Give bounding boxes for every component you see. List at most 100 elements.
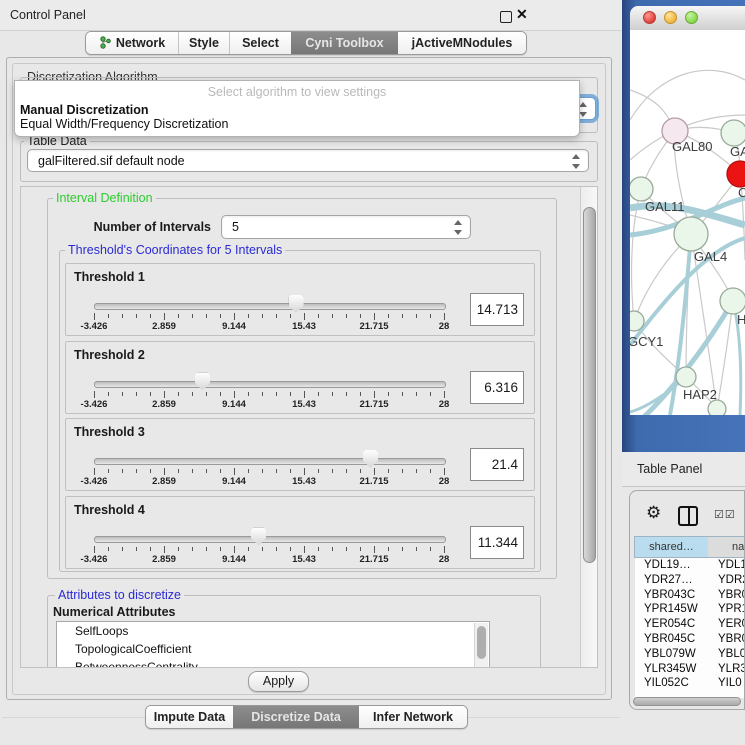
column-header-shared[interactable]: shared… [634, 536, 709, 558]
minor-tick [276, 547, 277, 551]
network-node-green[interactable] [674, 217, 708, 251]
minor-tick [388, 469, 389, 473]
minor-tick [402, 547, 403, 551]
cell-shared-name[interactable]: YBR043C [644, 588, 695, 603]
table-row[interactable]: YER054C YER0 [635, 617, 745, 632]
numerical-attributes-label: Numerical Attributes [53, 605, 175, 619]
cell-name[interactable]: YDR2 [718, 573, 745, 588]
gear-icon[interactable]: ⚙ [646, 503, 661, 523]
cell-shared-name[interactable]: YDR27… [644, 573, 693, 588]
tick-label: 28 [439, 476, 450, 487]
table-row[interactable]: YDL19… YDL1 [635, 558, 745, 573]
network-node-green[interactable] [676, 367, 696, 387]
slider-track[interactable] [94, 303, 446, 310]
close-traffic-icon[interactable] [643, 11, 656, 24]
cell-shared-name[interactable]: YBR045C [644, 632, 695, 647]
slider-track[interactable] [94, 458, 446, 465]
network-node-green[interactable] [721, 120, 745, 146]
network-node-green[interactable] [720, 288, 745, 314]
threshold-value-field[interactable]: 11.344 [470, 526, 524, 559]
cell-name[interactable]: YLR3 [718, 662, 745, 677]
cell-name[interactable]: YBL0 [718, 647, 745, 662]
num-intervals-combobox[interactable]: 5 [221, 215, 471, 239]
cell-shared-name[interactable]: YLR345W [644, 662, 696, 677]
cell-name[interactable]: YIL0 [718, 676, 742, 691]
table-row[interactable]: YBR043C YBR0 [635, 588, 745, 603]
settings-scrollbar-thumb[interactable] [583, 207, 596, 563]
split-columns-icon[interactable] [678, 506, 698, 526]
cell-name[interactable]: YER0 [718, 617, 745, 632]
cell-shared-name[interactable]: YPR145W [644, 602, 698, 617]
cell-shared-name[interactable]: YIL052C [644, 676, 689, 691]
threshold-value-field[interactable]: 21.4 [470, 448, 524, 481]
cell-shared-name[interactable]: YER054C [644, 617, 695, 632]
tick-label: 9.144 [222, 321, 246, 332]
tab-label: Impute Data [154, 710, 226, 724]
cell-shared-name[interactable]: YDL19… [644, 558, 691, 573]
threshold-value-field[interactable]: 6.316 [470, 371, 524, 404]
table-row[interactable]: YIL052C YIL0 [635, 676, 745, 691]
tab-infer-network[interactable]: Infer Network [359, 706, 467, 728]
threshold-panel-3: Threshold 3-3.4262.8599.14415.4321.71528… [65, 418, 535, 491]
table-row[interactable]: YLR345W YLR3 [635, 662, 745, 677]
tab-cyni-toolbox[interactable]: Cyni Toolbox [291, 32, 398, 54]
minor-tick [206, 547, 207, 551]
minor-tick [220, 392, 221, 396]
network-node-green[interactable] [630, 177, 653, 201]
tab-impute-data[interactable]: Impute Data [146, 706, 233, 728]
attribute-item-selfloops[interactable]: SelfLoops [57, 622, 489, 640]
threshold-value-field[interactable]: 14.713 [470, 293, 524, 326]
table-data-combobox[interactable]: galFiltered.sif default node [27, 149, 589, 172]
numerical-attributes-list[interactable]: SelfLoopsTopologicalCoefficientBetweenne… [56, 621, 490, 668]
tick-label: 21.715 [359, 476, 388, 487]
float-window-icon[interactable] [500, 11, 512, 23]
slider-track[interactable] [94, 536, 446, 543]
tab-select[interactable]: Select [229, 32, 291, 54]
attribute-item-topologicalcoefficient[interactable]: TopologicalCoefficient [57, 640, 489, 658]
minor-tick [150, 314, 151, 318]
table-hscrollbar[interactable] [632, 697, 742, 706]
network-window-titlebar[interactable] [630, 6, 745, 31]
slider-thumb[interactable] [195, 373, 210, 391]
slider-track[interactable] [94, 381, 446, 388]
minor-tick [192, 314, 193, 318]
apply-button[interactable]: Apply [248, 671, 309, 692]
tab-discretize-data[interactable]: Discretize Data [233, 706, 359, 728]
network-canvas[interactable]: GAL80GACYGAL11GAL4GCY1HHAP2 [630, 30, 745, 415]
zoom-traffic-icon[interactable] [685, 11, 698, 24]
column-header-name[interactable]: na [708, 536, 745, 558]
slider-thumb[interactable] [289, 295, 304, 313]
cell-shared-name[interactable]: YBL079W [644, 647, 696, 662]
network-node-green[interactable] [630, 311, 644, 331]
cell-name[interactable]: YDL1 [718, 558, 745, 573]
tick-label: -3.426 [81, 399, 108, 410]
table-row[interactable]: YBL079W YBL0 [635, 647, 745, 662]
tick-label: 28 [439, 321, 450, 332]
table-row[interactable]: YPR145W YPR1 [635, 602, 745, 617]
network-node-green[interactable] [708, 400, 726, 415]
network-edge[interactable] [630, 70, 745, 120]
cell-name[interactable]: YBR0 [718, 632, 745, 647]
algorithm-option-equal-width-frequency-discretization[interactable]: Equal Width/Frequency Discretization [20, 117, 570, 131]
table-row[interactable]: YBR045C YBR0 [635, 632, 745, 647]
checkbox-icons[interactable]: ☑☑ [714, 508, 736, 521]
slider-thumb[interactable] [363, 450, 378, 468]
major-tick [444, 391, 445, 398]
slider-thumb[interactable] [251, 528, 266, 546]
tab-style[interactable]: Style [178, 32, 229, 54]
tab-jactivemnodules[interactable]: jActiveMNodules [398, 32, 526, 54]
minor-tick [150, 392, 151, 396]
tab-network[interactable]: Network [86, 32, 178, 54]
cell-name[interactable]: YBR0 [718, 588, 745, 603]
major-tick [234, 546, 235, 553]
algorithm-option-manual-discretization[interactable]: Manual Discretization [20, 103, 570, 117]
tick-label: 2.859 [152, 399, 176, 410]
table-row[interactable]: YDR27… YDR2 [635, 573, 745, 588]
attribute-item-betweennesscentrality[interactable]: BetweennessCentrality [57, 658, 489, 668]
cell-name[interactable]: YPR1 [718, 602, 745, 617]
settings-scrollbar[interactable] [580, 187, 598, 667]
close-icon[interactable]: ✕ [516, 6, 528, 23]
node-table[interactable]: YDL19…YDL1YDR27…YDR2YBR043CYBR0YPR145WYP… [635, 558, 745, 698]
minimize-traffic-icon[interactable] [664, 11, 677, 24]
list-scrollbar[interactable] [474, 623, 488, 668]
